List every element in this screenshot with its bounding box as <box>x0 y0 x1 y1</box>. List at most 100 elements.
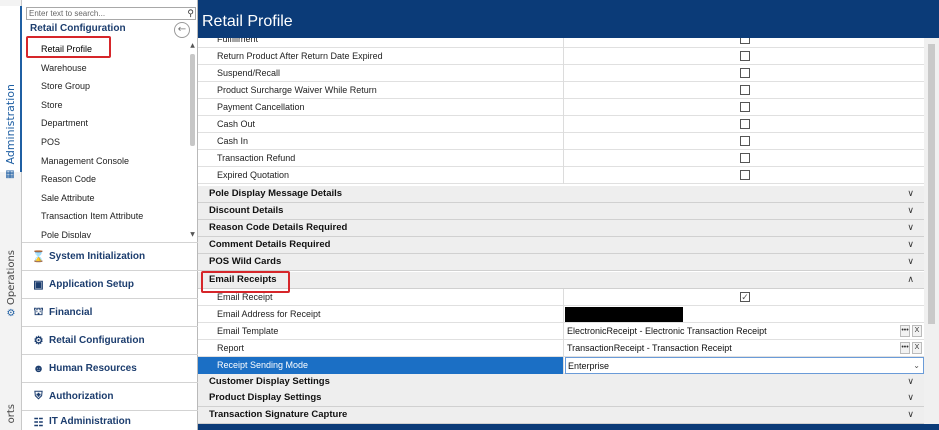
property-row-email-address[interactable]: Email Address for Receipt <box>198 306 924 323</box>
property-row-expired-quotation[interactable]: Expired Quotation <box>198 167 924 184</box>
property-label: Cash In <box>198 133 564 150</box>
checkbox[interactable] <box>740 38 750 44</box>
expand-chevron-icon[interactable]: ∨ <box>907 407 914 423</box>
property-label: Cash Out <box>198 116 564 133</box>
group-label: POS Wild Cards <box>209 256 282 267</box>
scroll-up-icon[interactable]: ▲ <box>189 42 196 49</box>
nav-item-pos[interactable]: POS <box>22 133 188 152</box>
nav-item-store[interactable]: Store <box>22 96 188 115</box>
checkbox[interactable] <box>740 153 750 163</box>
collapse-chevron-icon[interactable]: ∧ <box>907 272 914 288</box>
clear-button[interactable]: X <box>912 342 922 354</box>
group-comment-details[interactable]: Comment Details Required ∨ <box>198 237 924 254</box>
property-value[interactable] <box>565 82 924 99</box>
property-row-report[interactable]: Report TransactionReceipt - Transaction … <box>198 340 924 357</box>
checkbox[interactable] <box>740 68 750 78</box>
expand-chevron-icon[interactable]: ∨ <box>907 390 914 406</box>
module-label: Application Setup <box>49 279 134 290</box>
property-value[interactable]: TransactionReceipt - Transaction Receipt… <box>565 340 924 357</box>
property-row-transaction-refund[interactable]: Transaction Refund <box>198 150 924 167</box>
nav-item-transaction-item-attribute[interactable]: Transaction Item Attribute <box>22 207 188 226</box>
group-pos-wild-cards[interactable]: POS Wild Cards ∨ <box>198 254 924 271</box>
nav-scroll-thumb[interactable] <box>190 54 195 146</box>
module-authorization[interactable]: ⛨ Authorization <box>22 382 198 410</box>
property-row-fulfillment[interactable]: Fulfillment <box>198 38 924 48</box>
property-row-cash-in[interactable]: Cash In <box>198 133 924 150</box>
property-value[interactable] <box>565 65 924 82</box>
nav-item-department[interactable]: Department <box>22 114 188 133</box>
expand-chevron-icon[interactable]: ∨ <box>907 254 914 270</box>
property-value[interactable] <box>565 48 924 65</box>
group-pole-display-message-details[interactable]: Pole Display Message Details ∨ <box>198 186 924 203</box>
property-value[interactable]: ElectronicReceipt - Electronic Transacti… <box>565 323 924 340</box>
nav-section-header[interactable]: Retail Configuration <box>30 23 126 34</box>
tab-operations[interactable]: Operations ⚙ <box>0 250 22 330</box>
property-value[interactable] <box>565 150 924 167</box>
nav-item-warehouse[interactable]: Warehouse <box>22 59 188 78</box>
property-value[interactable] <box>565 99 924 116</box>
browse-button[interactable]: ••• <box>900 325 910 337</box>
module-list: ⌛ System Initialization ▣ Application Se… <box>22 242 198 430</box>
nav-item-pole-display[interactable]: Pole Display <box>22 226 188 238</box>
property-row-payment-cancellation[interactable]: Payment Cancellation <box>198 99 924 116</box>
property-value[interactable] <box>565 116 924 133</box>
group-transaction-signature-capture[interactable]: Transaction Signature Capture ∨ <box>198 407 924 424</box>
module-system-initialization[interactable]: ⌛ System Initialization <box>22 242 198 270</box>
expand-chevron-icon[interactable]: ∨ <box>907 374 914 390</box>
redacted-value <box>565 307 683 322</box>
expand-chevron-icon[interactable]: ∨ <box>907 186 914 202</box>
clear-button[interactable]: X <box>912 325 922 337</box>
property-row-email-template[interactable]: Email Template ElectronicReceipt - Elect… <box>198 323 924 340</box>
module-human-resources[interactable]: ☻ Human Resources <box>22 354 198 382</box>
expand-chevron-icon[interactable]: ∨ <box>907 237 914 253</box>
property-value[interactable] <box>565 133 924 150</box>
property-value[interactable] <box>565 167 924 184</box>
group-email-receipts[interactable]: Email Receipts ∧ <box>198 272 924 289</box>
back-arrow-icon[interactable]: ← <box>174 22 190 38</box>
expand-chevron-icon[interactable]: ∨ <box>907 203 914 219</box>
checkbox-checked[interactable]: ✓ <box>740 292 750 302</box>
tab-administration[interactable]: Administration ▦ <box>0 6 22 180</box>
module-retail-configuration[interactable]: ⚙ Retail Configuration <box>22 326 198 354</box>
checkbox[interactable] <box>740 119 750 129</box>
grid-scrollbar[interactable] <box>924 38 939 424</box>
module-financial[interactable]: ⛫ Financial <box>22 298 198 326</box>
receipt-sending-mode-select[interactable]: Enterprise ⌄ <box>565 357 924 374</box>
group-discount-details[interactable]: Discount Details ∨ <box>198 203 924 220</box>
checkbox[interactable] <box>740 51 750 61</box>
group-product-display-settings[interactable]: Product Display Settings ∨ <box>198 390 924 407</box>
checkbox[interactable] <box>740 85 750 95</box>
property-value[interactable]: ✓ <box>565 289 924 306</box>
nav-item-store-group[interactable]: Store Group <box>22 77 188 96</box>
property-row-cash-out[interactable]: Cash Out <box>198 116 924 133</box>
module-it-administration[interactable]: ☷ IT Administration <box>22 410 198 430</box>
property-row-email-receipt[interactable]: Email Receipt ✓ <box>198 289 924 306</box>
tab-administration-label: Administration <box>3 84 17 165</box>
search-icon[interactable]: ⚲ <box>187 8 194 19</box>
nav-item-reason-code[interactable]: Reason Code <box>22 170 188 189</box>
nav-item-management-console[interactable]: Management Console <box>22 152 188 171</box>
group-customer-display-settings[interactable]: Customer Display Settings ∨ <box>198 374 924 391</box>
property-value[interactable] <box>565 38 924 48</box>
property-row-surcharge-waiver[interactable]: Product Surcharge Waiver While Return <box>198 82 924 99</box>
browse-button[interactable]: ••• <box>900 342 910 354</box>
module-label: System Initialization <box>49 251 146 262</box>
checkbox[interactable] <box>740 102 750 112</box>
module-application-setup[interactable]: ▣ Application Setup <box>22 270 198 298</box>
nav-item-sale-attribute[interactable]: Sale Attribute <box>22 189 188 208</box>
expand-chevron-icon[interactable]: ∨ <box>907 220 914 236</box>
nav-scrollbar[interactable]: ▲ ▼ <box>189 42 196 238</box>
checkbox[interactable] <box>740 136 750 146</box>
property-row-return-product[interactable]: Return Product After Return Date Expired <box>198 48 924 65</box>
grid-scroll-thumb[interactable] <box>928 44 935 324</box>
property-row-suspend-recall[interactable]: Suspend/Recall <box>198 65 924 82</box>
group-reason-code-details[interactable]: Reason Code Details Required ∨ <box>198 220 924 237</box>
scroll-down-icon[interactable]: ▼ <box>189 231 196 238</box>
property-label: Expired Quotation <box>198 167 564 184</box>
search-input[interactable]: Enter text to search... ⚲ <box>26 7 196 20</box>
it-icon: ☷ <box>33 417 44 429</box>
checkbox[interactable] <box>740 170 750 180</box>
chevron-down-icon[interactable]: ⌄ <box>913 358 920 374</box>
tab-reports[interactable]: orts <box>0 404 22 430</box>
property-row-receipt-sending-mode[interactable]: Receipt Sending Mode Enterprise ⌄ <box>198 357 924 374</box>
